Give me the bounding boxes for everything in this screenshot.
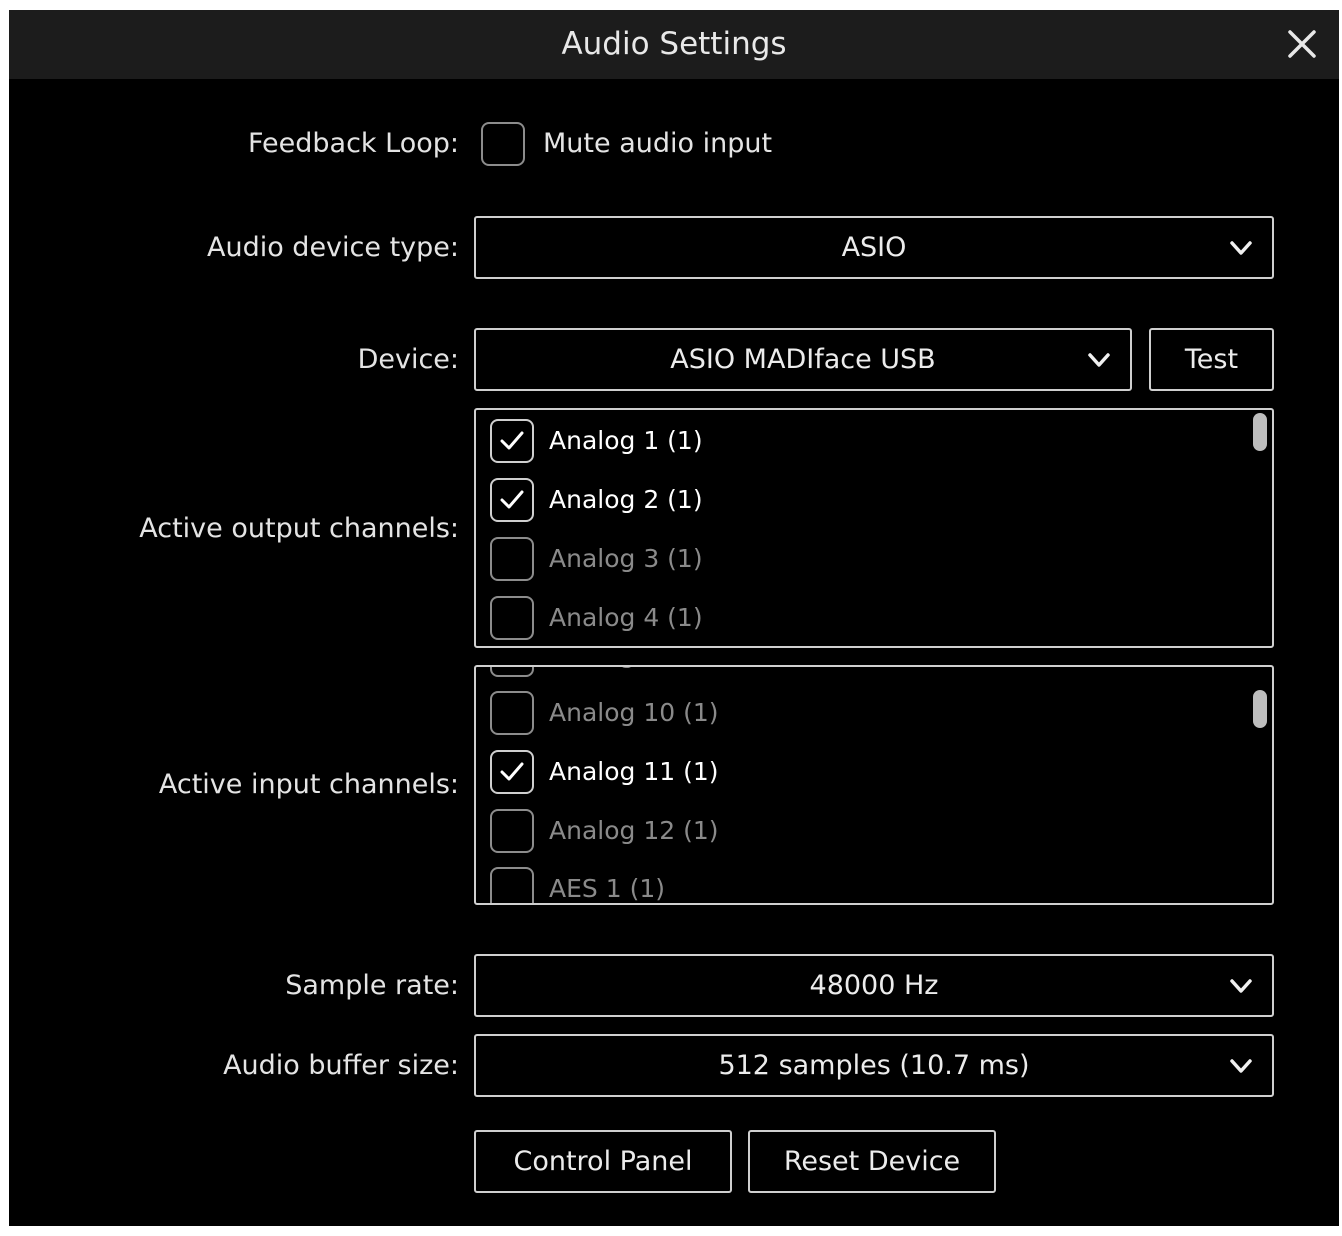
audio-device-type-label: Audio device type: bbox=[206, 232, 459, 263]
audio-device-type-value: ASIO bbox=[841, 232, 907, 263]
channel-label: Analog 10 (1) bbox=[549, 698, 719, 727]
channel-checkbox[interactable] bbox=[490, 691, 534, 735]
active-input-channels-label: Active input channels: bbox=[158, 769, 459, 800]
list-item[interactable]: Analog 10 (1) bbox=[490, 691, 1190, 735]
channel-checkbox[interactable] bbox=[490, 419, 534, 463]
channel-label: Analog 2 (1) bbox=[549, 485, 703, 514]
channel-label: AES 1 (1) bbox=[549, 874, 665, 903]
list-item[interactable]: AES 1 (1) bbox=[490, 867, 1190, 903]
list-item[interactable]: Analog 9 (1) bbox=[490, 667, 1190, 677]
output-channels-list[interactable]: Analog 1 (1) Analog 2 (1) Analog 3 (1) A… bbox=[474, 408, 1274, 648]
close-icon[interactable] bbox=[1285, 27, 1319, 61]
checkmark-icon bbox=[500, 431, 524, 450]
mute-audio-input-checkbox[interactable] bbox=[481, 122, 525, 166]
checkmark-icon bbox=[500, 762, 524, 781]
audio-settings-window: Audio Settings Feedback Loop: Mute audio… bbox=[9, 10, 1339, 1226]
list-item[interactable]: Analog 2 (1) bbox=[490, 478, 1190, 522]
list-item[interactable]: Analog 1 (1) bbox=[490, 419, 1190, 463]
mute-audio-input-label[interactable]: Mute audio input bbox=[543, 128, 772, 159]
audio-buffer-size-label: Audio buffer size: bbox=[223, 1050, 459, 1081]
channel-label: Analog 11 (1) bbox=[549, 757, 719, 786]
sample-rate-label: Sample rate: bbox=[285, 970, 459, 1001]
device-value: ASIO MADIface USB bbox=[670, 344, 936, 375]
channel-label: Analog 1 (1) bbox=[549, 426, 703, 455]
window-title: Audio Settings bbox=[561, 26, 787, 62]
list-item[interactable]: Analog 12 (1) bbox=[490, 809, 1190, 853]
list-item[interactable]: Analog 3 (1) bbox=[490, 537, 1190, 581]
device-label: Device: bbox=[357, 344, 459, 375]
channel-label: Analog 4 (1) bbox=[549, 603, 703, 632]
channel-checkbox[interactable] bbox=[490, 667, 534, 677]
channel-label: Analog 9 (1) bbox=[549, 667, 703, 677]
chevron-down-icon bbox=[1230, 240, 1252, 255]
list-item[interactable]: Analog 11 (1) bbox=[490, 750, 1190, 794]
channel-checkbox[interactable] bbox=[490, 537, 534, 581]
title-bar: Audio Settings bbox=[9, 10, 1339, 79]
feedback-loop-label: Feedback Loop: bbox=[247, 128, 459, 159]
active-output-channels-label: Active output channels: bbox=[139, 513, 459, 544]
list-item[interactable]: Analog 4 (1) bbox=[490, 596, 1190, 640]
test-button[interactable]: Test bbox=[1149, 328, 1274, 391]
chevron-down-icon bbox=[1230, 1058, 1252, 1073]
chevron-down-icon bbox=[1088, 352, 1110, 367]
channel-checkbox[interactable] bbox=[490, 478, 534, 522]
channel-checkbox[interactable] bbox=[490, 750, 534, 794]
input-channels-list[interactable]: Analog 9 (1) Analog 10 (1) Analog 11 (1)… bbox=[474, 665, 1274, 905]
device-dropdown[interactable]: ASIO MADIface USB bbox=[474, 328, 1132, 391]
channel-label: Analog 12 (1) bbox=[549, 816, 719, 845]
channel-checkbox[interactable] bbox=[490, 596, 534, 640]
audio-buffer-size-value: 512 samples (10.7 ms) bbox=[718, 1050, 1030, 1081]
channel-label: Analog 3 (1) bbox=[549, 544, 703, 573]
audio-buffer-size-dropdown[interactable]: 512 samples (10.7 ms) bbox=[474, 1034, 1274, 1097]
chevron-down-icon bbox=[1230, 978, 1252, 993]
reset-device-button[interactable]: Reset Device bbox=[748, 1130, 996, 1193]
checkmark-icon bbox=[500, 490, 524, 509]
sample-rate-dropdown[interactable]: 48000 Hz bbox=[474, 954, 1274, 1017]
channel-checkbox[interactable] bbox=[490, 867, 534, 903]
sample-rate-value: 48000 Hz bbox=[809, 970, 939, 1001]
scrollbar-thumb[interactable] bbox=[1253, 690, 1267, 728]
channel-checkbox[interactable] bbox=[490, 809, 534, 853]
scrollbar-thumb[interactable] bbox=[1253, 413, 1267, 451]
control-panel-button[interactable]: Control Panel bbox=[474, 1130, 732, 1193]
audio-device-type-dropdown[interactable]: ASIO bbox=[474, 216, 1274, 279]
